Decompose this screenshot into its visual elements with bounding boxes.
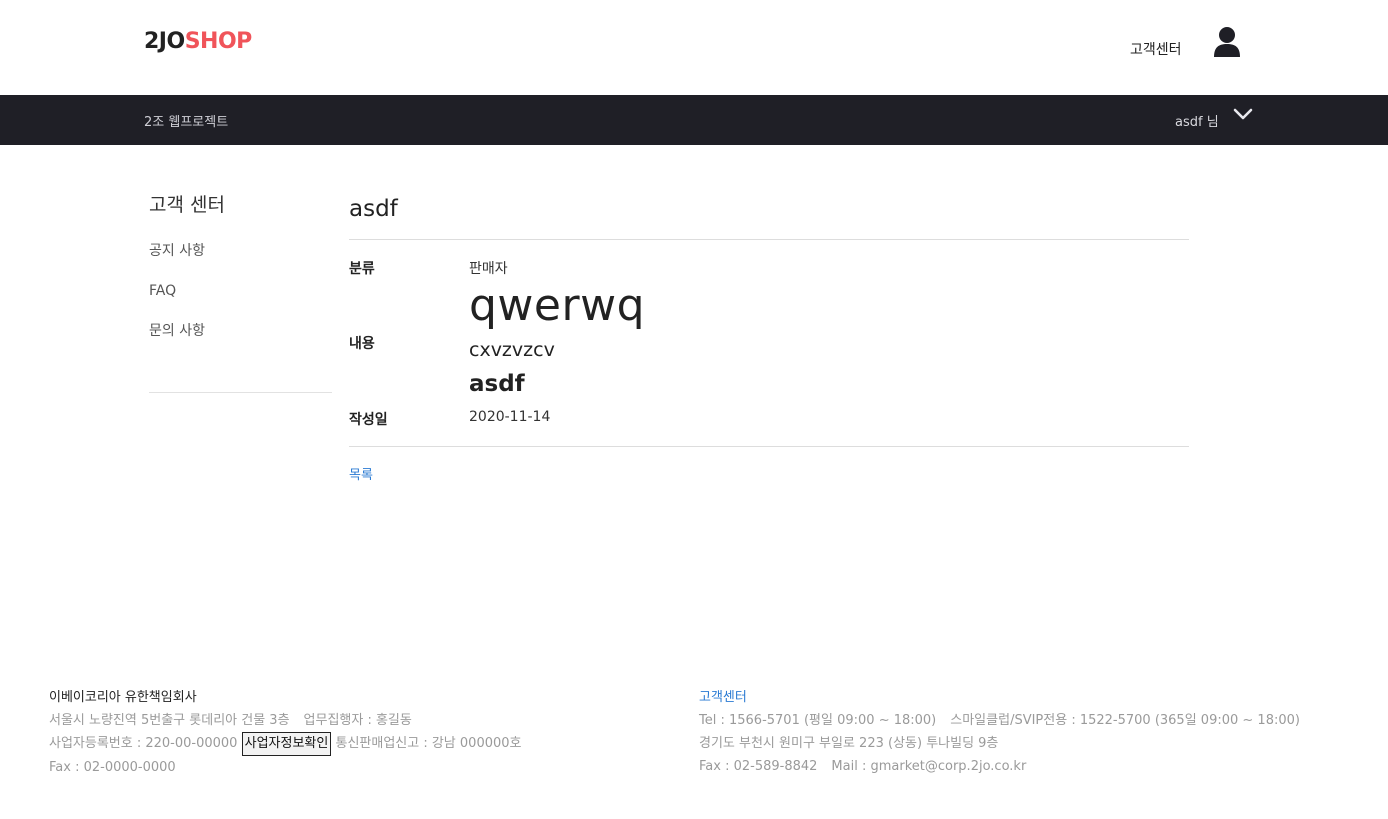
category-label: 분류 <box>349 261 375 277</box>
user-icon[interactable] <box>1213 26 1241 58</box>
business-info-button[interactable]: 사업자정보확인 <box>241 732 332 756</box>
content-heading-large: qwerwq <box>469 280 645 331</box>
footer-biz-line: 사업자등록번호 : 220-00-00000 사업자정보확인 통신판매업신고 :… <box>49 732 522 756</box>
header-customer-center-link[interactable]: 고객센터 <box>1130 39 1182 59</box>
category-value: 판매자 <box>469 261 508 277</box>
footer-contact-line: Fax : 02-589-8842 Mail : gmarket@corp.2jo… <box>699 755 1300 778</box>
content-heading-bold: asdf <box>469 371 525 397</box>
post-top-divider <box>349 239 1189 240</box>
footer-tel: Tel : 1566-5701 (평일 09:00 ~ 18:00) <box>699 713 937 728</box>
back-to-list-link[interactable]: 목록 <box>349 464 373 483</box>
footer-address-line: 서울시 노량진역 5번출구 롯데리아 건물 3층 업무집행자 : 홍길동 <box>49 709 522 732</box>
site-logo[interactable]: 2JOSHOP <box>144 29 252 54</box>
footer-vip-tel: 스마일클럽/SVIP전용 : 1522-5700 (365일 09:00 ~ 1… <box>950 713 1300 728</box>
logo-main-text: 2JO <box>144 29 185 54</box>
top-nav-bar: 2조 웹프로젝트 asdf 님 <box>0 95 1388 145</box>
footer-tel-line: Tel : 1566-5701 (평일 09:00 ~ 18:00) 스마일클럽/… <box>699 709 1300 732</box>
footer-cs-mail: Mail : gmarket@corp.2jo.co.kr <box>831 759 1027 774</box>
footer-company-info: 이베이코리아 유한책임회사 서울시 노량진역 5번출구 롯데리아 건물 3층 업무… <box>49 686 522 779</box>
date-label: 작성일 <box>349 412 388 428</box>
sidebar-item-faq[interactable]: FAQ <box>149 279 332 319</box>
post-bottom-divider <box>349 446 1189 447</box>
date-value: 2020-11-14 <box>469 409 551 425</box>
sidebar: 고객 센터 공지 사항 FAQ 문의 사항 <box>149 190 332 359</box>
footer-company-name: 이베이코리아 유한책임회사 <box>49 690 197 705</box>
footer-cs-title[interactable]: 고객센터 <box>699 686 1300 709</box>
footer-fax: Fax : 02-0000-0000 <box>49 760 176 775</box>
footer-cs-fax: Fax : 02-589-8842 <box>699 759 818 774</box>
footer-biz-no: 사업자등록번호 : 220-00-00000 <box>49 736 238 751</box>
sidebar-menu: 공지 사항 FAQ 문의 사항 <box>149 239 332 359</box>
sidebar-item-inquiry[interactable]: 문의 사항 <box>149 319 332 359</box>
sidebar-divider <box>149 392 332 393</box>
logo-accent-text: SHOP <box>184 29 253 54</box>
footer-cs-address: 경기도 부천시 원미구 부일로 223 (상동) 투나빌딩 9층 <box>699 736 999 751</box>
nav-user-greeting: asdf 님 <box>1175 115 1219 130</box>
post-title: asdf <box>349 196 398 222</box>
footer-customer-service: 고객센터 Tel : 1566-5701 (평일 09:00 ~ 18:00) 스… <box>699 686 1300 778</box>
footer-ceo: 업무집행자 : 홍길동 <box>303 713 412 728</box>
nav-project-title[interactable]: 2조 웹프로젝트 <box>144 111 228 130</box>
sidebar-title: 고객 센터 <box>149 194 225 216</box>
chevron-down-icon[interactable] <box>1233 107 1253 121</box>
footer-mail-order: 통신판매업신고 : 강남 000000호 <box>335 736 522 751</box>
footer-address: 서울시 노량진역 5번출구 롯데리아 건물 3층 <box>49 713 290 728</box>
content-heading-small: cxvzvzcv <box>469 339 555 361</box>
sidebar-item-notice[interactable]: 공지 사항 <box>149 239 332 279</box>
content-label: 내용 <box>349 336 375 352</box>
site-header: 2JOSHOP 고객센터 <box>0 0 1388 95</box>
post-detail: asdf <box>349 190 1189 240</box>
